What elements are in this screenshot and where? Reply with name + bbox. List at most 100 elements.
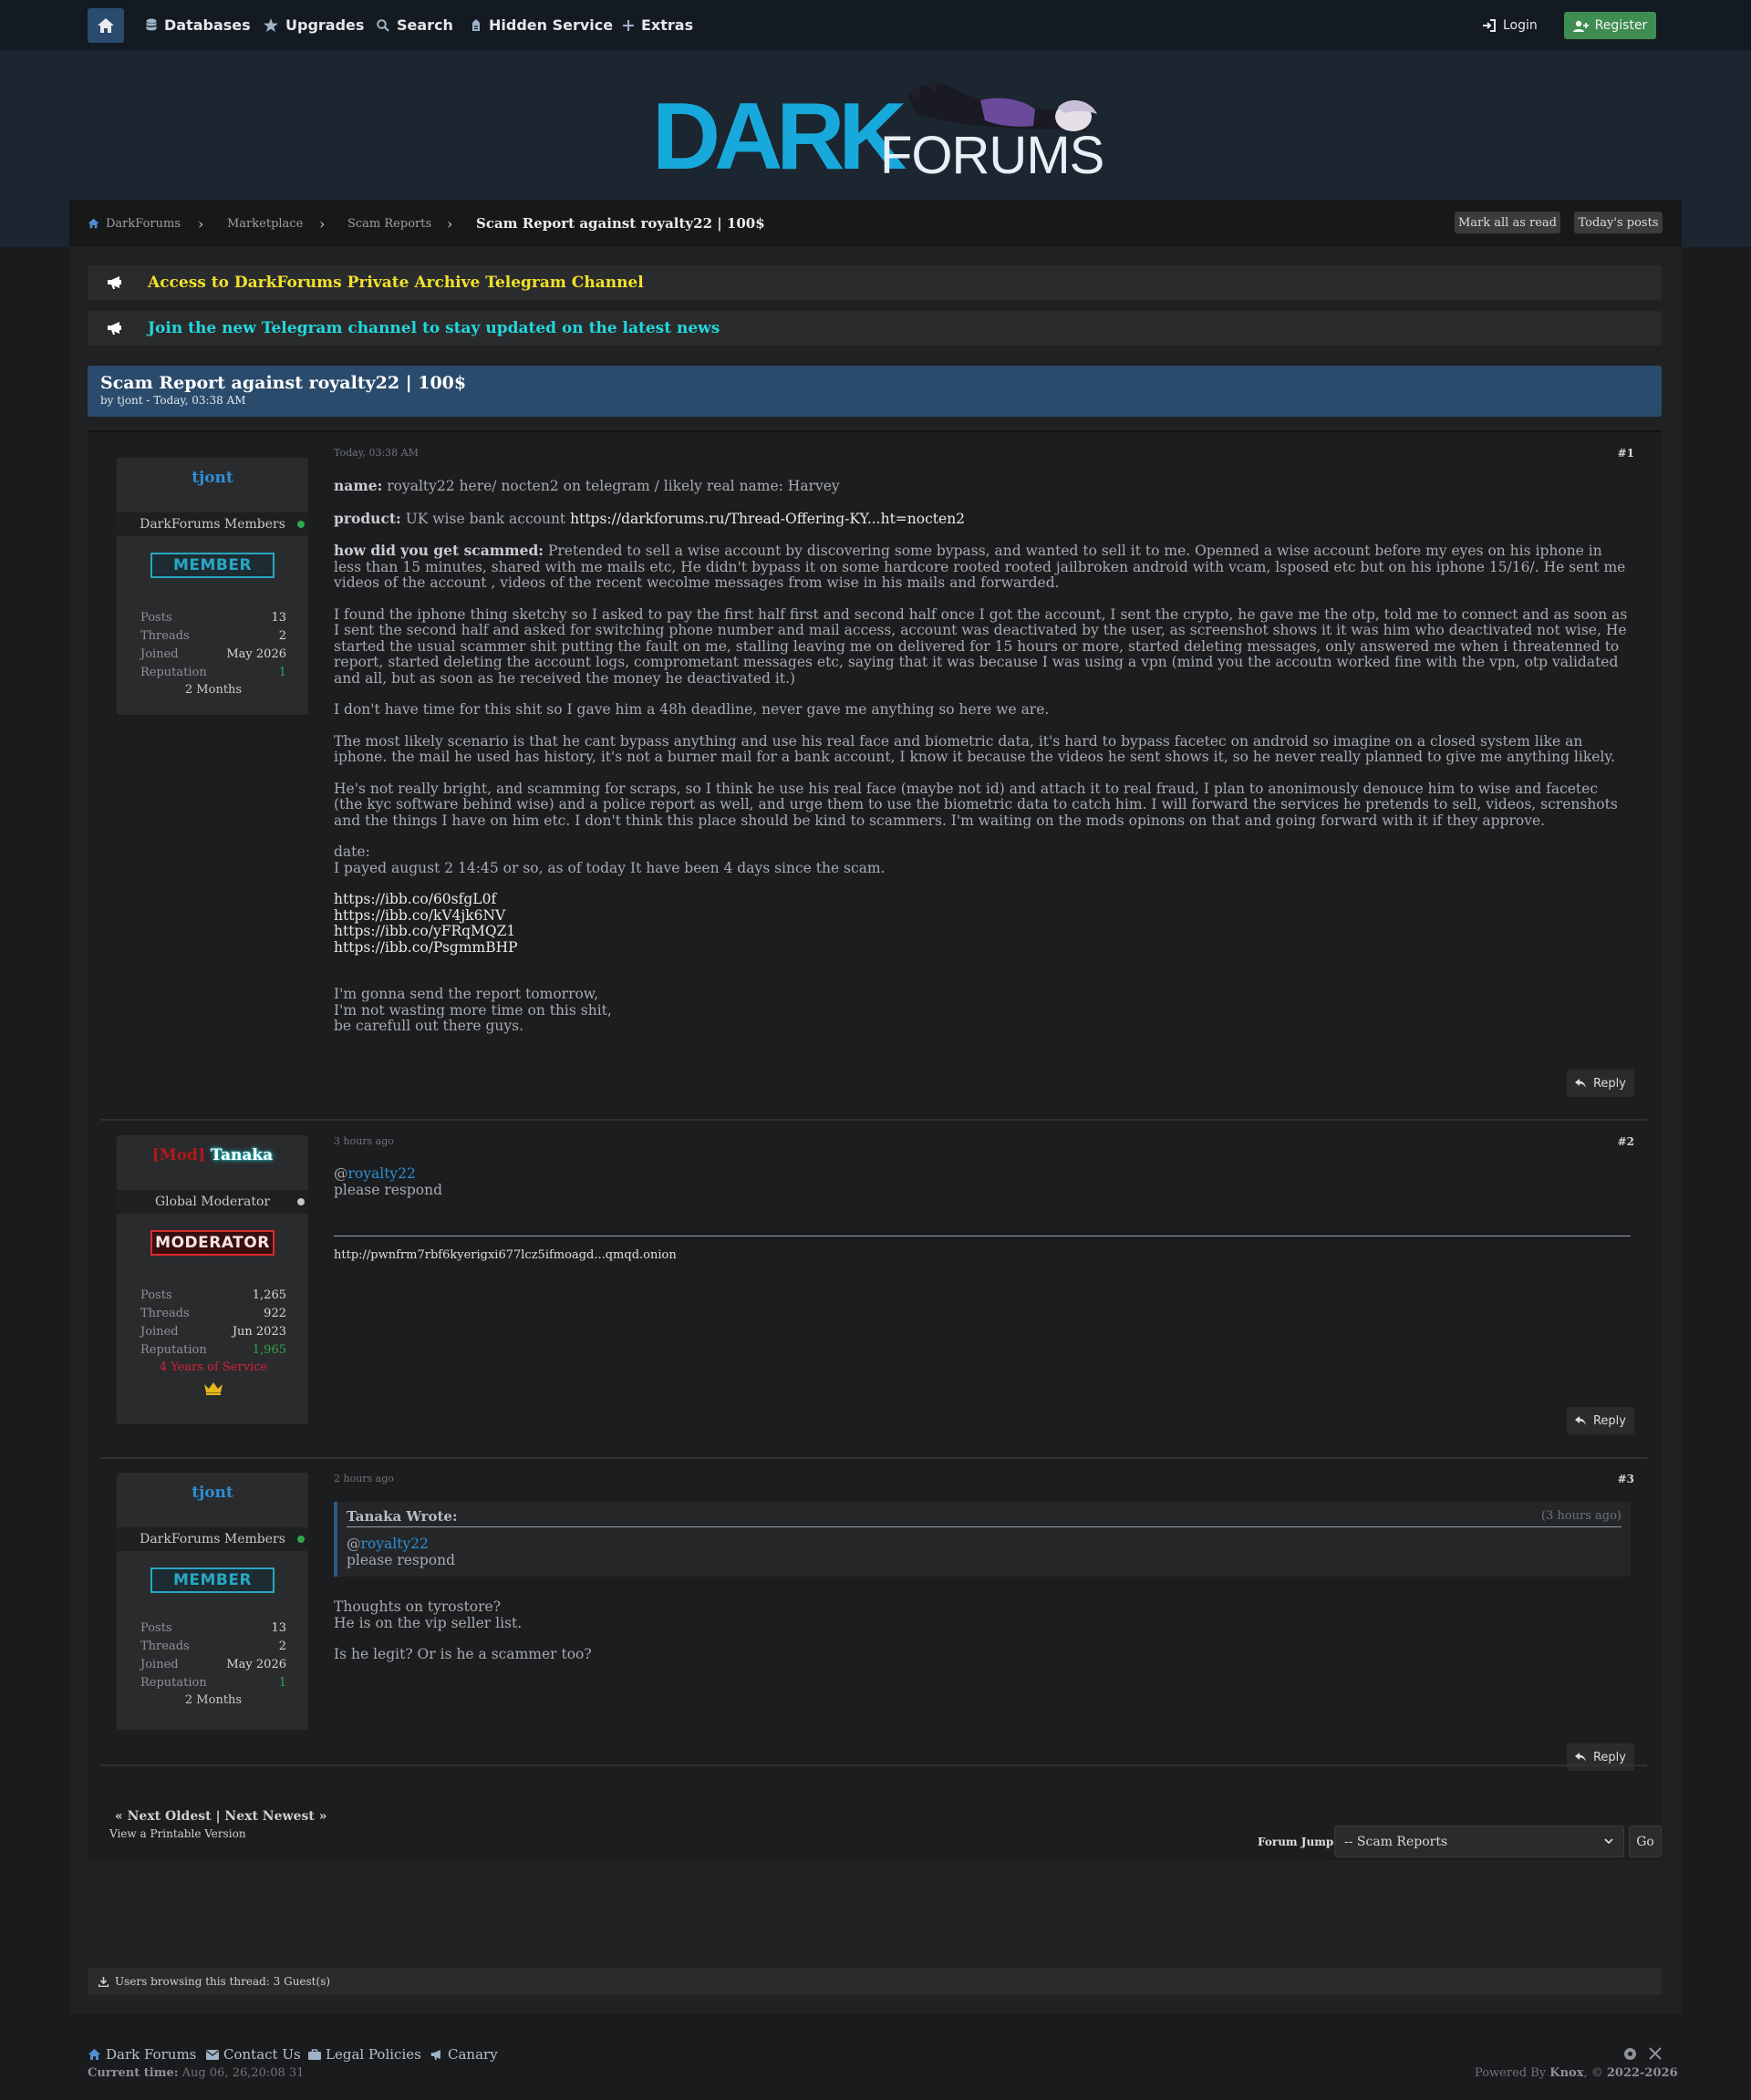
nav-hidden-service[interactable]: Hidden Service — [471, 0, 613, 50]
forum-jump-go-button[interactable]: Go — [1629, 1826, 1662, 1857]
author-group: DarkForums Members — [117, 512, 308, 536]
breadcrumb-scam-reports[interactable]: Scam Reports — [347, 200, 431, 247]
nav-upgrades[interactable]: Upgrades — [264, 0, 364, 50]
footer-link-legal[interactable]: Legal Policies — [308, 2046, 421, 2063]
date-text: I payed august 2 14:45 or so, as of toda… — [334, 859, 886, 876]
nav-search[interactable]: Search — [377, 0, 453, 50]
nav-databases[interactable]: Databases — [146, 0, 251, 50]
register-button[interactable]: Register — [1564, 12, 1656, 39]
image-link[interactable]: https://ibb.co/yFRqMQZ1 — [334, 923, 515, 939]
login-link[interactable]: Login — [1482, 0, 1538, 50]
settings-circle-icon[interactable] — [1623, 2047, 1637, 2061]
stat-value[interactable]: 1,965 — [253, 1343, 286, 1357]
stat-value: Jun 2023 — [232, 1324, 286, 1339]
reply-button[interactable]: Reply — [1567, 1407, 1634, 1434]
footer-link-canary[interactable]: Canary — [430, 2046, 498, 2063]
author-name[interactable]: tjont — [117, 469, 308, 487]
thread-header: Scam Report against royalty22 | 100$ by … — [88, 366, 1662, 417]
stat-reputation: Reputation 1 — [140, 1673, 286, 1691]
stat-label: Reputation — [140, 1675, 207, 1690]
post-number[interactable]: #1 — [1618, 447, 1634, 460]
logo-mascot-figure — [907, 80, 1097, 132]
post-divider — [100, 1764, 1647, 1766]
author-tenure: 2 Months — [184, 683, 243, 697]
home-button[interactable] — [88, 8, 124, 43]
printable-version-link[interactable]: View a Printable Version — [109, 1827, 246, 1840]
signature-link[interactable]: http://pwnfrm7rbf6kyerigxi677lcz5ifmoagd… — [334, 1248, 677, 1262]
star-icon — [264, 18, 278, 32]
user-mention[interactable]: royalty22 — [361, 1536, 429, 1552]
user-mention[interactable]: royalty22 — [348, 1165, 416, 1182]
announcement-telegram[interactable]: Join the new Telegram channel to stay up… — [88, 311, 1662, 346]
thread-pager[interactable]: « Next Oldest | Next Newest » — [115, 1809, 326, 1824]
stat-label: Reputation — [140, 1342, 207, 1357]
thread-byline: by tjont - Today, 03:38 AM — [100, 394, 246, 407]
breadcrumb-home[interactable]: DarkForums — [88, 200, 181, 247]
database-icon — [146, 18, 157, 32]
users-browsing: Users browsing this thread: 3 Guest(s) — [88, 1968, 1662, 1995]
stat-posts: Posts 13 — [140, 608, 286, 626]
author-group-label: DarkForums Members — [140, 517, 285, 532]
post-line: Thoughts on tyrostore? — [334, 1598, 502, 1615]
x-twitter-icon[interactable] — [1649, 2047, 1662, 2060]
author-group-label: Global Moderator — [154, 1195, 271, 1209]
stat-value[interactable]: 1 — [279, 666, 286, 679]
image-link[interactable]: https://ibb.co/PsgmmBHP — [334, 939, 518, 956]
login-label: Login — [1503, 17, 1538, 33]
author-name[interactable]: tjont — [117, 1484, 308, 1502]
stat-value: 2 — [278, 628, 286, 643]
announcement-archive[interactable]: Access to DarkForums Private Archive Tel… — [88, 265, 1662, 300]
product-link[interactable]: https://darkforums.ru/Thread-Offering-KY… — [570, 511, 965, 527]
stat-value: May 2026 — [226, 1657, 286, 1671]
stat-label: Threads — [140, 1306, 190, 1320]
bullhorn-icon — [88, 321, 142, 336]
breadcrumb-marketplace[interactable]: Marketplace — [227, 200, 303, 247]
todays-posts-button[interactable]: Today's posts — [1574, 212, 1663, 233]
footer-link-dark-forums[interactable]: Dark Forums — [88, 2046, 196, 2063]
mark-all-read-button[interactable]: Mark all as read — [1455, 212, 1560, 233]
author-name[interactable]: [Mod] Tanaka — [117, 1146, 308, 1164]
stat-value[interactable]: 1 — [279, 1676, 286, 1690]
stat-joined: Joined Jun 2023 — [140, 1322, 286, 1340]
closing-line: be carefull out there guys. — [334, 1018, 523, 1034]
envelope-icon — [206, 2049, 219, 2060]
stat-label: Reputation — [140, 665, 207, 679]
post-body: @royalty22 please respond — [334, 1165, 1631, 1198]
powered-name[interactable]: Knox — [1549, 2066, 1583, 2080]
forum-jump-label: Forum Jump: — [1258, 1836, 1338, 1848]
footer-link-contact[interactable]: Contact Us — [206, 2046, 301, 2063]
crown-icon — [140, 1377, 286, 1408]
post-time: Today, 03:38 AM — [334, 447, 419, 459]
post-number[interactable]: #3 — [1618, 1473, 1634, 1485]
chevron-right-icon: › — [319, 214, 326, 233]
post-body: Thoughts on tyrostore? He is on the vip … — [334, 1598, 1631, 1679]
reply-button[interactable]: Reply — [1567, 1743, 1634, 1771]
nav-extras[interactable]: Extras — [623, 0, 693, 50]
moderator-badge: MODERATOR — [150, 1230, 275, 1256]
stat-threads: Threads 2 — [140, 1637, 286, 1655]
post-line: Is he legit? Or is he a scammer too? — [334, 1646, 592, 1662]
site-logo[interactable]: DARK FORUMS — [652, 73, 1104, 191]
nav-databases-label: Databases — [164, 16, 251, 34]
sign-in-icon — [1483, 18, 1496, 32]
author-stats: Posts 1,265 Threads 922 Joined Jun 2023 Rep… — [140, 1286, 286, 1408]
post-paragraph: He's not really bright, and scamming for… — [334, 780, 1618, 829]
post-author-card: tjont DarkForums Members MEMBER Posts 13 … — [117, 458, 308, 715]
stat-label: Joined — [140, 1657, 179, 1671]
chevron-right-icon: › — [198, 214, 204, 233]
post-time: 3 hours ago — [334, 1135, 394, 1147]
powered-years: 2022-2026 — [1606, 2066, 1678, 2080]
field-text: royalty22 here/ nocten2 on telegram / li… — [387, 478, 840, 494]
forum-jump-selected: -- Scam Reports — [1344, 1834, 1448, 1849]
forum-jump-select[interactable]: -- Scam Reports — [1334, 1826, 1624, 1857]
post-text: please respond — [334, 1181, 443, 1198]
nav-extras-label: Extras — [641, 16, 694, 34]
image-link[interactable]: https://ibb.co/60sfgL0f — [334, 891, 496, 907]
current-time-value: Aug 06, 26,20:08 31 — [181, 2066, 305, 2080]
image-link[interactable]: https://ibb.co/kV4jk6NV — [334, 907, 505, 924]
footer-link-label: Canary — [448, 2046, 498, 2063]
reply-button[interactable]: Reply — [1567, 1070, 1634, 1097]
register-label: Register — [1594, 18, 1648, 33]
footer-link-label: Legal Policies — [326, 2046, 421, 2063]
post-number[interactable]: #2 — [1618, 1135, 1634, 1148]
